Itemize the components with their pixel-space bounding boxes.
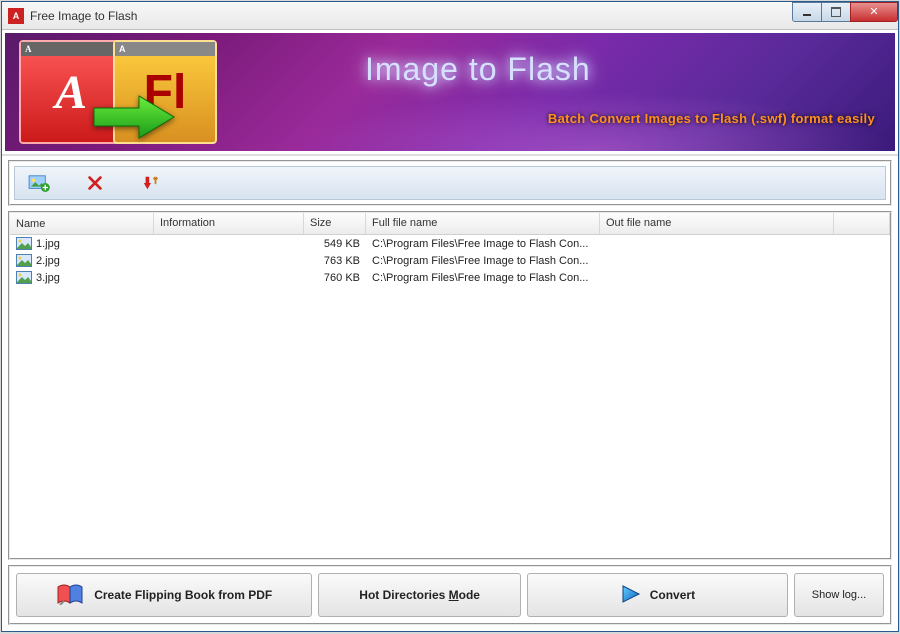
hot-directories-label: Hot Directories Mode bbox=[359, 588, 480, 602]
cell-info bbox=[154, 260, 304, 262]
cell-size: 763 KB bbox=[304, 254, 366, 268]
cell-out bbox=[600, 243, 834, 245]
banner: A A A Fl Image to Flash bbox=[5, 33, 895, 151]
convert-button[interactable]: Convert bbox=[527, 573, 788, 617]
hot-directories-mode-button[interactable]: Hot Directories Mode bbox=[318, 573, 520, 617]
table-row[interactable]: 2.jpg 763 KBC:\Program Files\Free Image t… bbox=[10, 252, 890, 269]
table-row[interactable]: 1.jpg 549 KBC:\Program Files\Free Image t… bbox=[10, 235, 890, 252]
cell-size: 760 KB bbox=[304, 271, 366, 285]
cell-info bbox=[154, 277, 304, 279]
banner-subtitle: Batch Convert Images to Flash (.swf) for… bbox=[548, 111, 875, 126]
titlebar: A Free Image to Flash bbox=[2, 2, 898, 30]
col-header-out[interactable]: Out file name bbox=[600, 213, 834, 234]
cell-full: C:\Program Files\Free Image to Flash Con… bbox=[366, 254, 600, 268]
play-icon bbox=[620, 583, 642, 608]
create-flipping-book-label: Create Flipping Book from PDF bbox=[94, 588, 272, 602]
settings-button[interactable] bbox=[135, 170, 167, 196]
list-body[interactable]: 1.jpg549 KBC:\Program Files\Free Image t… bbox=[10, 235, 890, 558]
list-header: Name Information Size Full file name Out… bbox=[10, 213, 890, 235]
show-log-button[interactable]: Show log... bbox=[794, 573, 884, 617]
app-icon: A bbox=[8, 8, 24, 24]
bottom-button-bar: Create Flipping Book from PDF Hot Direct… bbox=[8, 565, 892, 625]
cell-full: C:\Program Files\Free Image to Flash Con… bbox=[366, 237, 600, 251]
cell-name: 3.jpg bbox=[10, 270, 154, 286]
delete-button[interactable] bbox=[79, 170, 111, 196]
convert-label: Convert bbox=[650, 588, 695, 602]
banner-logo-group: A A A Fl bbox=[19, 40, 217, 144]
toolbar bbox=[14, 166, 886, 200]
banner-container: A A A Fl Image to Flash bbox=[2, 30, 898, 156]
toolbar-panel bbox=[8, 160, 892, 206]
pdf-logo-letter: A bbox=[55, 65, 87, 120]
col-header-size[interactable]: Size bbox=[304, 213, 366, 234]
show-log-label: Show log... bbox=[812, 589, 866, 601]
window-controls bbox=[793, 2, 898, 22]
maximize-button[interactable] bbox=[821, 2, 851, 22]
create-flipping-book-button[interactable]: Create Flipping Book from PDF bbox=[16, 573, 312, 617]
image-file-icon bbox=[16, 271, 34, 285]
window-title: Free Image to Flash bbox=[30, 9, 137, 23]
content-area: Name Information Size Full file name Out… bbox=[2, 156, 898, 631]
add-image-button[interactable] bbox=[23, 170, 55, 196]
cell-out bbox=[600, 260, 834, 262]
image-file-icon bbox=[16, 254, 34, 268]
banner-title-wrap: Image to Flash bbox=[365, 51, 591, 88]
cell-name: 2.jpg bbox=[10, 253, 154, 269]
cell-info bbox=[154, 243, 304, 245]
cell-name: 1.jpg bbox=[10, 236, 154, 252]
pdf-logo-bar: A bbox=[21, 42, 121, 56]
file-list-panel: Name Information Size Full file name Out… bbox=[8, 211, 892, 560]
cell-full: C:\Program Files\Free Image to Flash Con… bbox=[366, 271, 600, 285]
image-file-icon bbox=[16, 237, 34, 251]
col-header-spacer bbox=[834, 213, 890, 234]
col-header-name[interactable]: Name bbox=[10, 213, 154, 234]
cell-out bbox=[600, 277, 834, 279]
banner-title: Image to Flash bbox=[365, 51, 591, 88]
col-header-info[interactable]: Information bbox=[154, 213, 304, 234]
flash-logo-bar: A bbox=[115, 42, 215, 56]
close-button[interactable] bbox=[850, 2, 898, 22]
app-window: A Free Image to Flash A A bbox=[1, 1, 899, 632]
book-icon bbox=[56, 583, 86, 608]
cell-size: 549 KB bbox=[304, 237, 366, 251]
table-row[interactable]: 3.jpg 760 KBC:\Program Files\Free Image t… bbox=[10, 269, 890, 286]
col-header-full[interactable]: Full file name bbox=[366, 213, 600, 234]
minimize-button[interactable] bbox=[792, 2, 822, 22]
